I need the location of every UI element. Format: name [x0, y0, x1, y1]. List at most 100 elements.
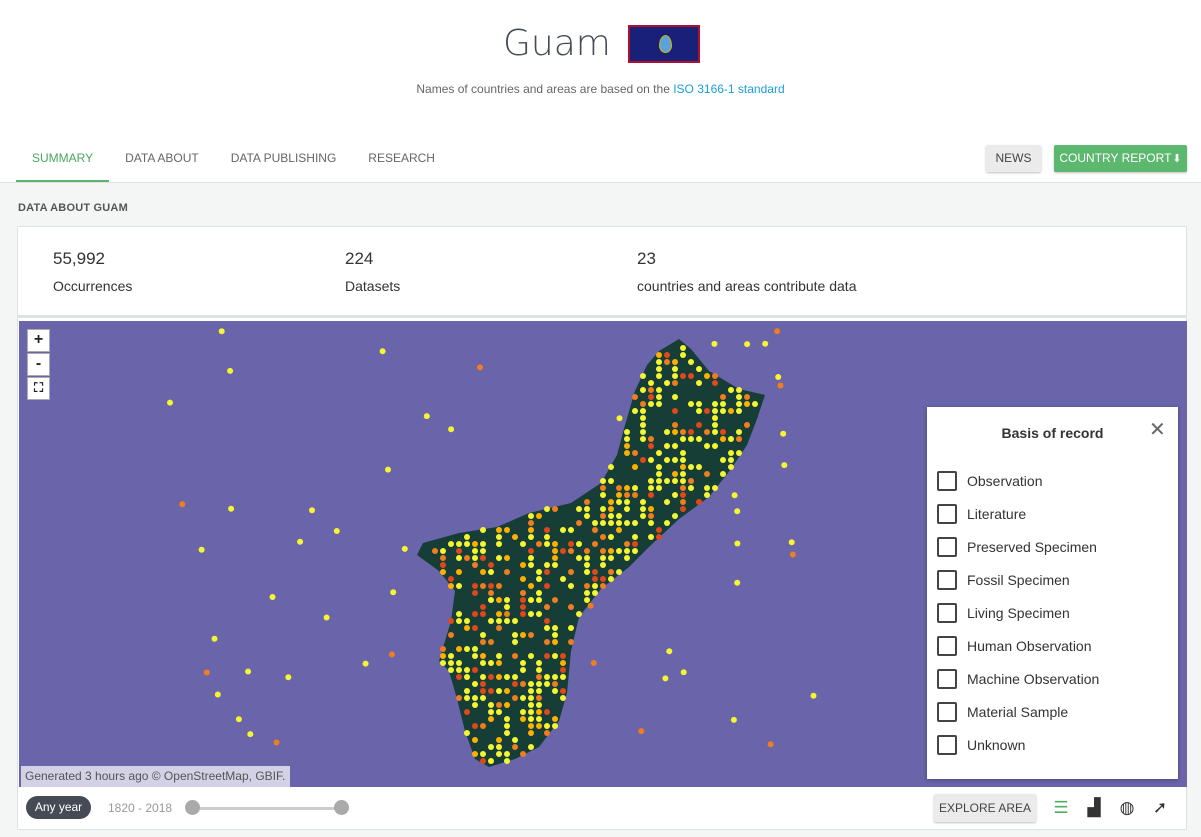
checkbox-box[interactable]	[937, 702, 957, 722]
occurrence-hexbin	[624, 555, 630, 561]
checkbox-box[interactable]	[937, 537, 957, 557]
occurrence-hexbin	[728, 457, 734, 463]
cursor-icon[interactable]: ➚	[1150, 798, 1170, 818]
zoom-in-button[interactable]: +	[27, 329, 50, 352]
stat-occurrences[interactable]: 55,992 Occurrences	[53, 249, 132, 294]
occurrence-hexbin	[552, 688, 558, 694]
sliders-icon[interactable]: ☰	[1051, 798, 1071, 818]
news-button[interactable]: NEWS	[986, 145, 1041, 172]
occurrence-hexbin	[496, 611, 502, 617]
country-report-button[interactable]: COUNTRY REPORT⬇	[1054, 145, 1187, 172]
occurrence-hexbin	[198, 546, 205, 553]
map-toolbar: Any year 1820 - 2018 EXPLORE AREA ☰ ▟ ◍ …	[18, 787, 1186, 829]
data-card: 55,992 Occurrences 224 Datasets 23 count…	[17, 226, 1187, 830]
checkbox-box[interactable]	[937, 570, 957, 590]
occurrence-hexbin	[245, 668, 252, 675]
any-year-chip[interactable]: Any year	[26, 796, 91, 819]
occurrence-hexbin	[640, 415, 646, 421]
occurrence-hexbin	[203, 669, 210, 676]
occurrence-hexbin	[528, 653, 534, 659]
occurrence-hexbin	[672, 513, 678, 519]
occurrence-hexbin	[736, 394, 742, 400]
map-attribution: Generated 3 hours ago © OpenStreetMap, G…	[21, 766, 291, 787]
occurrence-hexbin	[488, 660, 494, 666]
occurrence-hexbin	[323, 614, 330, 621]
occurrence-hexbin	[600, 555, 606, 561]
tab-data-about[interactable]: DATA ABOUT	[109, 137, 215, 182]
occurrence-hexbin	[734, 579, 741, 586]
occurrence-hexbin	[640, 373, 646, 379]
close-icon[interactable]: ✕	[1149, 417, 1166, 442]
fullscreen-icon[interactable]: ⛶	[27, 377, 50, 400]
occurrence-hexbin	[624, 548, 630, 554]
checkbox-box[interactable]	[937, 471, 957, 491]
occurrence-hexbin	[448, 576, 454, 582]
occurrence-hexbin	[456, 660, 462, 666]
occurrence-hexbin	[488, 702, 494, 708]
year-slider-track[interactable]	[192, 807, 342, 810]
occurrence-hexbin	[656, 352, 662, 358]
occurrence-hexbin	[464, 541, 470, 547]
stat-countries[interactable]: 23 countries and areas contribute data	[637, 249, 856, 294]
stat-datasets[interactable]: 224 Datasets	[345, 249, 400, 294]
checkbox-label: Fossil Specimen	[967, 572, 1070, 588]
occurrence-hexbin	[736, 429, 742, 435]
explore-area-button[interactable]: EXPLORE AREA	[934, 794, 1036, 822]
checkbox-box[interactable]	[937, 735, 957, 755]
occurrence-hexbin	[584, 555, 590, 561]
paint-roller-icon[interactable]: ▟	[1084, 798, 1104, 818]
checkbox-box[interactable]	[937, 504, 957, 524]
occurrence-hexbin	[496, 618, 502, 624]
occurrence-hexbin	[744, 341, 751, 348]
occurrence-hexbin	[728, 408, 734, 414]
zoom-out-button[interactable]: -	[27, 353, 50, 376]
occurrence-hexbin	[390, 589, 397, 596]
occurrence-hexbin	[672, 408, 678, 414]
occurrence-hexbin	[520, 562, 526, 568]
occurrence-hexbin	[488, 569, 494, 575]
occurrence-hexbin	[648, 492, 654, 498]
seal-icon	[659, 35, 672, 53]
occurrence-hexbin	[480, 688, 486, 694]
year-slider-end-handle[interactable]	[334, 800, 349, 815]
year-slider-start-handle[interactable]	[185, 800, 200, 815]
occurrence-hexbin	[528, 520, 534, 526]
occurrence-hexbin	[616, 520, 622, 526]
occurrence-hexbin	[568, 583, 574, 589]
occurrence-hexbin	[656, 401, 662, 407]
occurrence-hexbin	[712, 443, 718, 449]
occurrence-hexbin	[544, 569, 550, 575]
occurrence-hexbin	[789, 551, 796, 558]
globe-icon[interactable]: ◍	[1117, 798, 1137, 818]
occurrence-hexbin	[512, 737, 518, 743]
occurrence-map[interactable]: + - ⛶ Generated 3 hours ago © OpenStreet…	[19, 321, 1187, 787]
occurrence-hexbin	[504, 730, 510, 736]
iso-standard-link[interactable]: ISO 3166-1 standard	[673, 82, 784, 96]
occurrence-hexbin	[624, 520, 630, 526]
occurrence-hexbin	[600, 520, 606, 526]
occurrence-hexbin	[774, 328, 781, 335]
checkbox-box[interactable]	[937, 636, 957, 656]
occurrence-hexbin	[472, 583, 478, 589]
occurrence-hexbin	[544, 639, 550, 645]
checkbox-label: Machine Observation	[967, 671, 1100, 687]
occurrence-hexbin	[640, 457, 646, 463]
occurrence-hexbin	[536, 660, 542, 666]
occurrence-hexbin	[464, 674, 470, 680]
tab-data-publishing[interactable]: DATA PUBLISHING	[215, 137, 353, 182]
occurrence-hexbin	[712, 401, 718, 407]
occurrence-hexbin	[560, 653, 566, 659]
occurrence-hexbin	[664, 380, 670, 386]
occurrence-hexbin	[632, 548, 638, 554]
section-heading: DATA ABOUT GUAM	[18, 202, 128, 214]
occurrence-hexbin	[528, 723, 534, 729]
occurrence-hexbin	[480, 555, 486, 561]
occurrence-hexbin	[648, 387, 654, 393]
occurrence-hexbin	[648, 401, 654, 407]
checkbox-box[interactable]	[937, 603, 957, 623]
occurrence-hexbin	[472, 611, 478, 617]
checkbox-box[interactable]	[937, 669, 957, 689]
occurrence-hexbin	[488, 583, 494, 589]
tab-research[interactable]: RESEARCH	[352, 137, 451, 182]
tab-summary[interactable]: SUMMARY	[16, 137, 110, 182]
